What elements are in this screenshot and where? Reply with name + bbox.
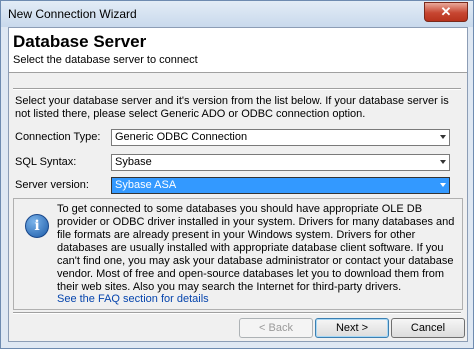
- sql-syntax-label: SQL Syntax:: [15, 156, 77, 168]
- server-version-select[interactable]: Sybase ASA: [111, 177, 450, 194]
- info-panel: i To get connected to some databases you…: [13, 198, 463, 310]
- info-icon: i: [25, 214, 49, 238]
- window-title: New Connection Wizard: [8, 7, 137, 21]
- wizard-client-area: Database Server Select the database serv…: [8, 27, 468, 342]
- connection-type-label: Connection Type:: [15, 131, 101, 143]
- server-version-value: Sybase ASA: [115, 179, 177, 191]
- wizard-window: New Connection Wizard ✕ Database Server …: [0, 0, 474, 349]
- wizard-header: Database Server Select the database serv…: [9, 28, 467, 73]
- chevron-down-icon: [440, 183, 446, 187]
- server-version-label: Server version:: [15, 179, 89, 191]
- page-subtitle: Select the database server to connect: [13, 54, 198, 66]
- separator-top: [13, 88, 461, 90]
- back-button[interactable]: < Back: [239, 318, 313, 338]
- sql-syntax-select[interactable]: Sybase: [111, 154, 450, 171]
- sql-syntax-value: Sybase: [115, 156, 152, 168]
- connection-type-select[interactable]: Generic ODBC Connection: [111, 129, 450, 146]
- separator-bottom: [13, 312, 461, 314]
- intro-text: Select your database server and it's ver…: [15, 95, 449, 120]
- connection-type-value: Generic ODBC Connection: [115, 131, 248, 143]
- cancel-button[interactable]: Cancel: [391, 318, 465, 338]
- close-button[interactable]: ✕: [424, 2, 468, 22]
- close-icon: ✕: [440, 4, 452, 19]
- chevron-down-icon: [440, 160, 446, 164]
- faq-link[interactable]: See the FAQ section for details: [57, 293, 209, 305]
- page-title: Database Server: [13, 32, 147, 51]
- info-text: To get connected to some databases you s…: [57, 203, 455, 293]
- next-button[interactable]: Next >: [315, 318, 389, 338]
- title-bar[interactable]: New Connection Wizard ✕: [1, 1, 473, 27]
- chevron-down-icon: [440, 135, 446, 139]
